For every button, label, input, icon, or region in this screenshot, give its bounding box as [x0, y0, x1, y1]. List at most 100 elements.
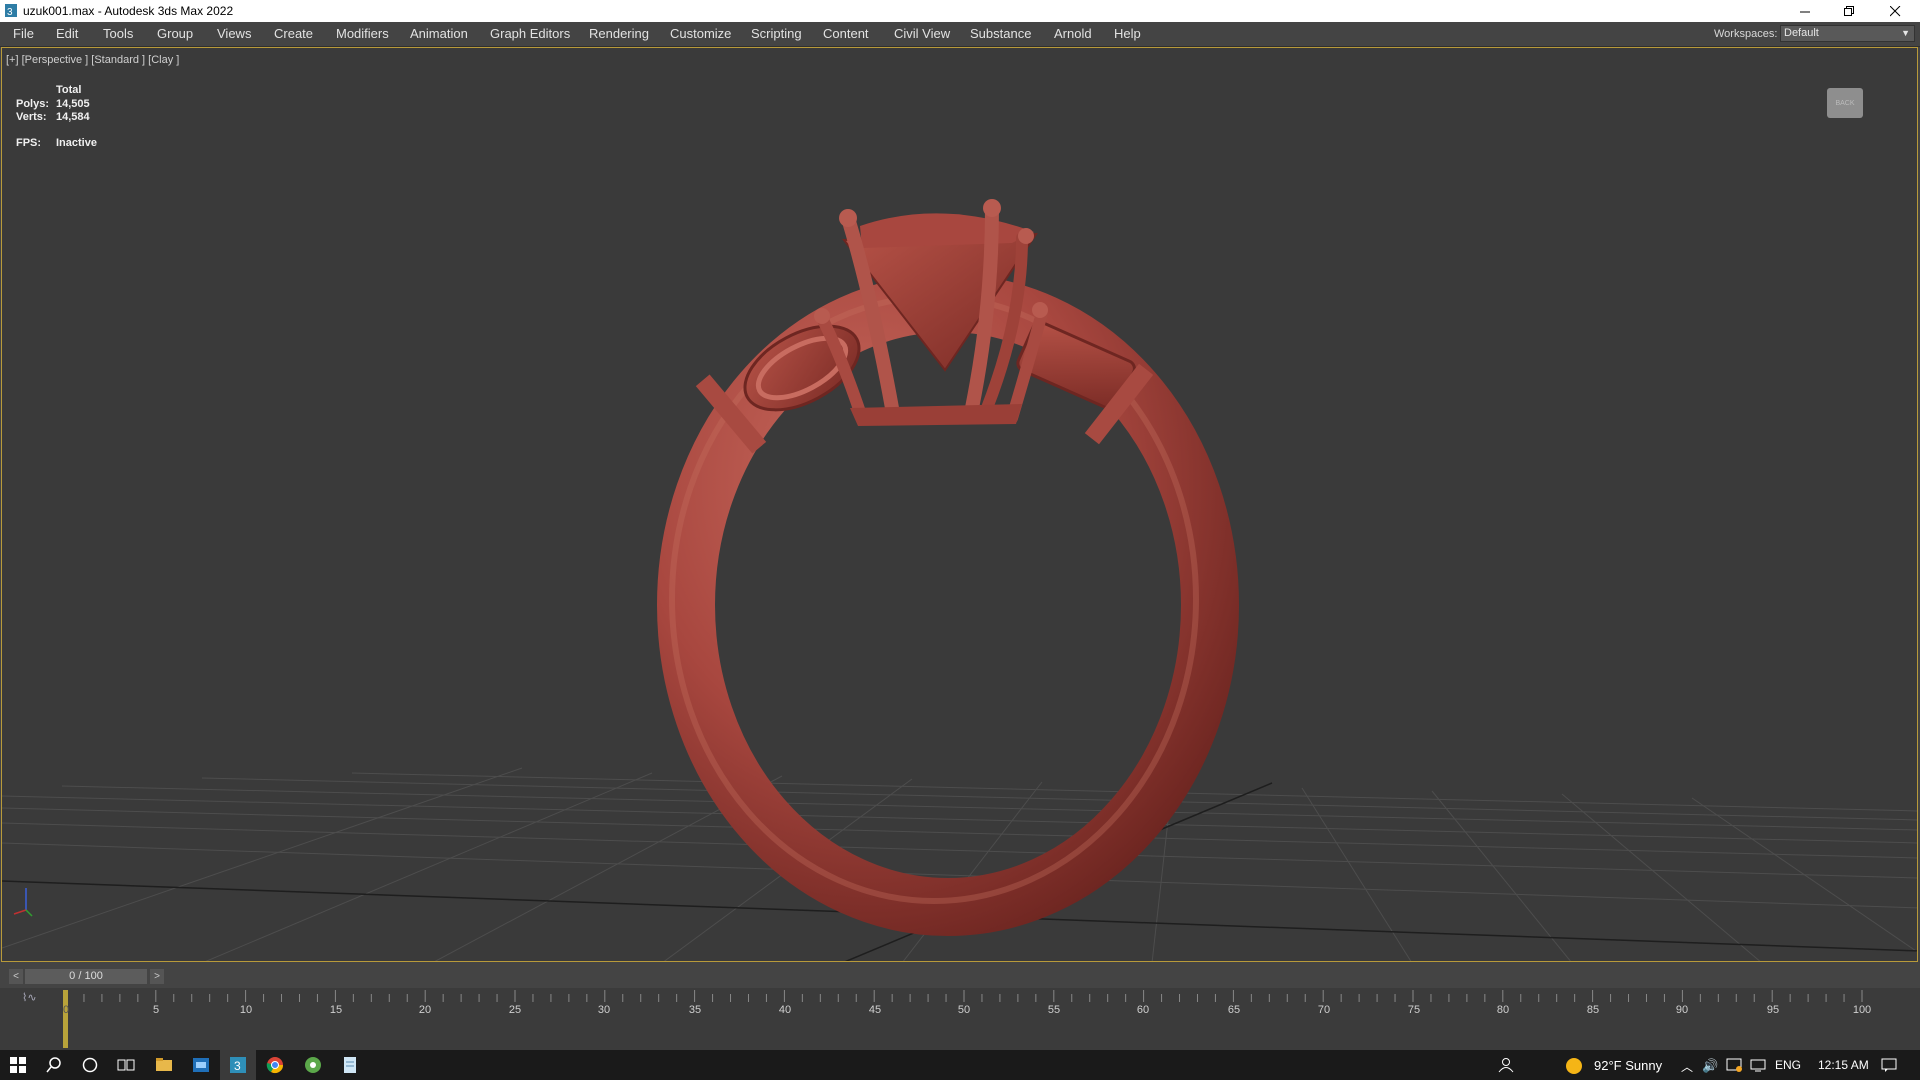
time-slider-prev-button[interactable]: <	[9, 969, 23, 984]
menu-views[interactable]: Views	[217, 26, 251, 41]
menu-civil-view[interactable]: Civil View	[894, 26, 950, 41]
tick-label: 20	[418, 1004, 432, 1016]
cortana-icon	[82, 1057, 98, 1073]
close-button[interactable]	[1872, 0, 1918, 22]
tick-label: 25	[508, 1004, 522, 1016]
track-bar[interactable]: ⌇∿ 0 5 10 15 20 25 30 35 40 45 50 55 60 …	[0, 988, 1920, 1050]
restore-button[interactable]	[1826, 0, 1872, 22]
menu-customize[interactable]: Customize	[670, 26, 731, 41]
perspective-viewport[interactable]: [+] [Perspective ] [Standard ] [Clay ] T…	[1, 47, 1918, 962]
menu-graph-editors[interactable]: Graph Editors	[490, 26, 570, 41]
menu-modifiers[interactable]: Modifiers	[336, 26, 389, 41]
clock[interactable]: 12:15 AM	[1818, 1058, 1869, 1072]
menu-arnold[interactable]: Arnold	[1054, 26, 1092, 41]
taskbar-notes[interactable]	[332, 1050, 368, 1080]
verts-value: 14,584	[56, 111, 90, 123]
menu-file[interactable]: File	[13, 26, 34, 41]
time-slider: < 0 / 100 >	[0, 962, 1920, 988]
tick-label: 30	[597, 1004, 611, 1016]
curve-editor-icon[interactable]: ⌇∿	[22, 991, 37, 1004]
tick-label: 10	[239, 1004, 253, 1016]
verts-label: Verts:	[16, 111, 47, 123]
taskbar-chrome[interactable]	[257, 1050, 293, 1080]
tick-label: 100	[1852, 1004, 1872, 1016]
weather-text[interactable]: 92°F Sunny	[1594, 1058, 1662, 1073]
track-bar-ruler	[63, 990, 1863, 1048]
restore-icon	[1843, 5, 1854, 16]
time-slider-thumb[interactable]: 0 / 100	[25, 969, 147, 984]
viewcube-label: BACK	[1835, 99, 1855, 107]
tick-label: 95	[1766, 1004, 1780, 1016]
chrome-icon	[266, 1057, 284, 1074]
tick-label: 15	[329, 1004, 343, 1016]
minimize-icon	[1799, 11, 1810, 12]
polys-label: Polys:	[16, 98, 50, 110]
file-explorer-button[interactable]	[146, 1050, 182, 1080]
action-center-button[interactable]	[1871, 1050, 1907, 1080]
viewport-label[interactable]: [+] [Perspective ] [Standard ] [Clay ]	[6, 54, 179, 66]
menu-tools[interactable]: Tools	[103, 26, 133, 41]
menu-create[interactable]: Create	[274, 26, 313, 41]
taskbar-3dsmax[interactable]: 3	[220, 1050, 256, 1080]
workspace-label: Workspaces:	[1714, 28, 1778, 40]
people-button[interactable]	[1488, 1050, 1524, 1080]
fps-value: Inactive	[56, 137, 97, 149]
axis-tripod-icon	[13, 888, 33, 917]
cortana-button[interactable]	[72, 1050, 108, 1080]
start-button[interactable]	[0, 1050, 36, 1080]
menu-rendering[interactable]: Rendering	[589, 26, 649, 41]
network-icon[interactable]	[1750, 1058, 1766, 1072]
tick-label: 55	[1047, 1004, 1061, 1016]
workspace-dropdown[interactable]: Default ▼	[1780, 25, 1915, 42]
menu-edit[interactable]: Edit	[56, 26, 78, 41]
menu-animation[interactable]: Animation	[410, 26, 468, 41]
app-icon: 3	[5, 4, 17, 18]
fps-label: FPS:	[16, 137, 42, 149]
search-icon	[46, 1057, 61, 1073]
viewcube[interactable]: BACK	[1827, 88, 1863, 118]
notification-icon[interactable]	[1726, 1058, 1742, 1072]
tick-label: 65	[1227, 1004, 1241, 1016]
taskbar-app-blue[interactable]	[183, 1050, 219, 1080]
tick-label: 85	[1586, 1004, 1600, 1016]
taskbar-green-app[interactable]	[295, 1050, 331, 1080]
menu-content[interactable]: Content	[823, 26, 869, 41]
tick-label: 0	[62, 1004, 70, 1016]
minimize-button[interactable]	[1782, 0, 1828, 22]
windows-taskbar: 3 92°F Sunny ︿ 🔊 ENG 12:15 AM	[0, 1050, 1920, 1080]
window-title: uzuk001.max - Autodesk 3ds Max 2022	[23, 4, 234, 18]
chevron-up-icon[interactable]: ︿	[1681, 1058, 1693, 1075]
viewport-scene	[2, 199, 1917, 961]
menu-substance[interactable]: Substance	[970, 26, 1031, 41]
close-icon	[1889, 5, 1900, 16]
app-icon-blue	[193, 1058, 209, 1072]
notes-icon	[344, 1057, 356, 1073]
task-view-icon	[117, 1059, 135, 1071]
stats-header: Total	[56, 84, 82, 96]
tick-label: 80	[1496, 1004, 1510, 1016]
svg-text:3: 3	[234, 1059, 241, 1073]
menu-group[interactable]: Group	[157, 26, 193, 41]
tick-label: 35	[688, 1004, 702, 1016]
people-icon	[1498, 1058, 1514, 1073]
time-slider-next-button[interactable]: >	[150, 969, 164, 984]
3dsmax-taskbar-icon: 3	[230, 1057, 246, 1073]
tick-label: 45	[868, 1004, 882, 1016]
action-center-icon	[1881, 1058, 1897, 1072]
windows-start-icon	[10, 1057, 26, 1073]
volume-icon[interactable]: 🔊	[1702, 1058, 1718, 1074]
title-bar: 3 uzuk001.max - Autodesk 3ds Max 2022	[0, 0, 1920, 22]
weather-sun-icon	[1566, 1058, 1582, 1074]
tick-label: 50	[957, 1004, 971, 1016]
search-button[interactable]	[36, 1050, 72, 1080]
chevron-down-icon: ▼	[1901, 28, 1910, 38]
green-app-icon	[305, 1057, 321, 1073]
task-view-button[interactable]	[108, 1050, 144, 1080]
polys-value: 14,505	[56, 98, 90, 110]
menu-help[interactable]: Help	[1114, 26, 1141, 41]
menu-scripting[interactable]: Scripting	[751, 26, 802, 41]
tick-label: 60	[1136, 1004, 1150, 1016]
language-indicator[interactable]: ENG	[1775, 1058, 1801, 1072]
tick-label: 40	[778, 1004, 792, 1016]
svg-text:3: 3	[7, 7, 13, 18]
